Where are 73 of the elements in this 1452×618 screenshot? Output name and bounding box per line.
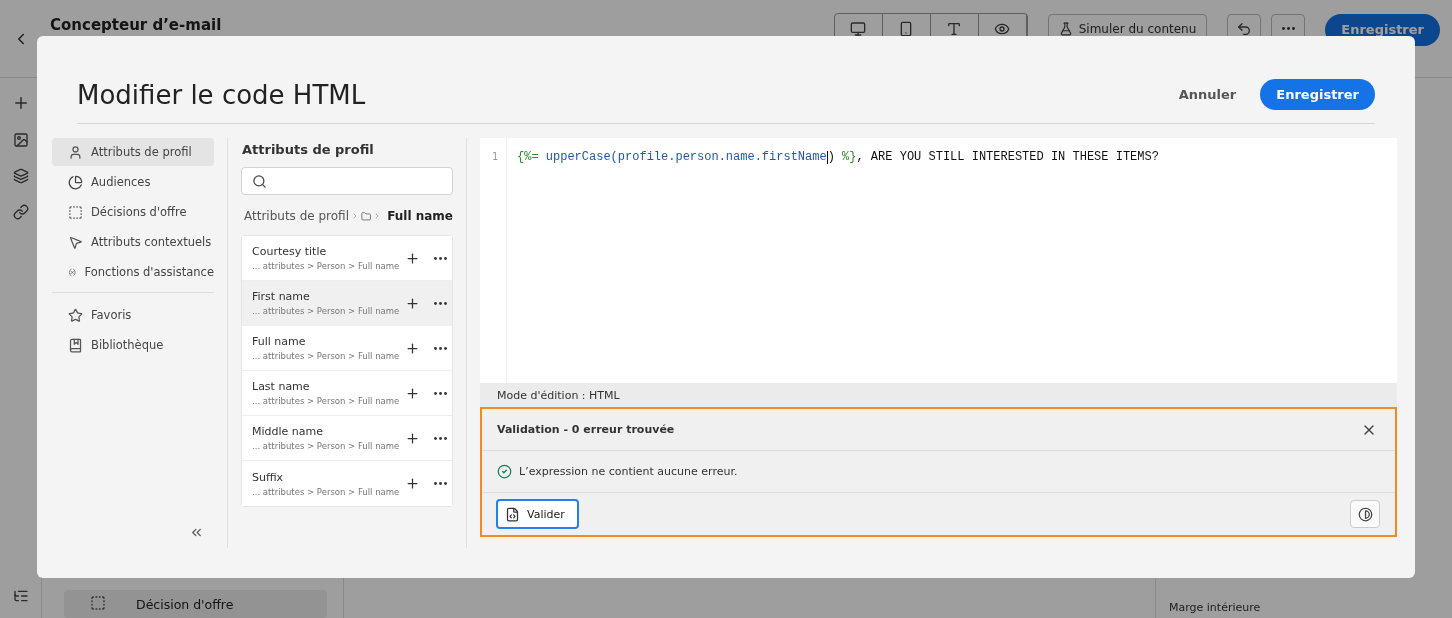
desktop-icon	[850, 20, 867, 37]
attribute-path: ... attributes > Person > Full name	[252, 396, 400, 406]
more-icon	[434, 301, 448, 305]
attribute-path: ... attributes > Person > Full name	[252, 306, 400, 316]
attribute-path: ... attributes > Person > Full name	[252, 441, 400, 451]
pie-chart-icon	[68, 174, 83, 190]
attribute-row[interactable]: First name ... attributes > Person > Full name	[242, 281, 452, 326]
offer-card[interactable]: Décision d'offre	[64, 590, 327, 618]
search-field[interactable]	[241, 167, 453, 195]
plus-icon	[405, 250, 421, 266]
more-icon	[434, 436, 448, 440]
breadcrumb-current: Full name	[387, 209, 453, 223]
app-title: Concepteur d’e-mail	[50, 15, 222, 34]
image-icon	[12, 132, 29, 148]
padding-label: Marge intérieure	[1169, 601, 1262, 614]
code-editor[interactable]: 1 {%= upperCase(profile.person.name.firstName) %}, ARE YOU STILL INTERESTED IN THESE ITEMS?	[480, 138, 1397, 383]
line-number: 1	[491, 151, 498, 162]
star-icon	[68, 307, 83, 323]
person-icon	[68, 144, 83, 160]
nav-item[interactable]: Attributs de profil	[52, 138, 214, 166]
mode-label: Mode d'édition : HTML	[480, 383, 1397, 407]
flask-icon	[1058, 21, 1073, 36]
library-icon	[68, 337, 83, 353]
plus-icon	[405, 295, 421, 311]
plus-icon	[405, 385, 421, 401]
plus-icon	[405, 430, 421, 446]
nav-item[interactable]: Favoris	[52, 301, 214, 329]
attribute-name: Suffix	[252, 470, 285, 484]
nav-item[interactable]: Attributs contextuels	[52, 228, 214, 256]
text-icon	[946, 20, 963, 37]
folder-icon	[360, 209, 372, 223]
dashed-square-icon	[68, 204, 83, 220]
plus-icon	[405, 476, 421, 491]
dialog-title: Modifier le code HTML	[77, 79, 367, 110]
attribute-name: Last name	[252, 380, 311, 393]
check-circle-icon	[497, 464, 512, 479]
search-icon	[252, 173, 267, 189]
attribute-path: ... attributes > Person > Full name	[252, 486, 400, 497]
more-icon	[434, 346, 448, 350]
layers-icon	[12, 168, 29, 184]
tree-icon	[12, 588, 29, 604]
more-icon	[434, 256, 448, 260]
attribute-row[interactable]: Courtesy title ... attributes > Person > Full name	[242, 236, 452, 281]
more-icon	[434, 391, 448, 395]
ellipsis-icon	[1281, 27, 1295, 30]
attribute-name: Full name	[252, 335, 307, 348]
chevron-icon	[351, 211, 359, 221]
panel-heading: Attributs de profil	[242, 142, 375, 157]
nav-item[interactable]: Bibliothèque	[52, 331, 214, 359]
nav-item[interactable]: Décisions d'offre	[52, 198, 214, 226]
code-line: {%= upperCase(profile.person.name.firstName) %}, ARE YOU STILL INTERESTED IN THESE ITEMS?	[516, 149, 1159, 164]
attribute-path: ... attributes > Person > Full name	[252, 261, 400, 271]
breadcrumb-link[interactable]: Attributs de profil	[244, 209, 349, 223]
plus-icon	[405, 340, 421, 356]
undo-icon	[1236, 20, 1253, 37]
validation-title: Validation - 0 erreur trouvée	[497, 423, 676, 436]
dashed-square-icon	[90, 594, 106, 611]
pointer-icon	[68, 234, 83, 250]
contrast-button[interactable]	[1350, 500, 1380, 528]
attribute-path: ... attributes > Person > Full name	[252, 351, 400, 361]
validation-message: L’expression ne contient aucune erreur.	[519, 465, 738, 478]
code-file-icon	[505, 506, 520, 522]
nav-item[interactable]: Audiences	[52, 168, 214, 196]
attribute-name: Courtesy title	[252, 245, 328, 258]
more-icon	[434, 482, 448, 485]
cancel-button[interactable]: Annuler	[1172, 86, 1243, 103]
save-button[interactable]: Enregistrer	[1260, 79, 1375, 110]
attribute-name: Middle name	[252, 425, 325, 438]
link-icon	[12, 204, 29, 220]
nav-item[interactable]: Fonctions d'assistance	[52, 258, 214, 286]
validate-button[interactable]: Valider	[496, 499, 579, 529]
contrast-icon	[1357, 506, 1373, 522]
attribute-name: First name	[252, 290, 311, 303]
